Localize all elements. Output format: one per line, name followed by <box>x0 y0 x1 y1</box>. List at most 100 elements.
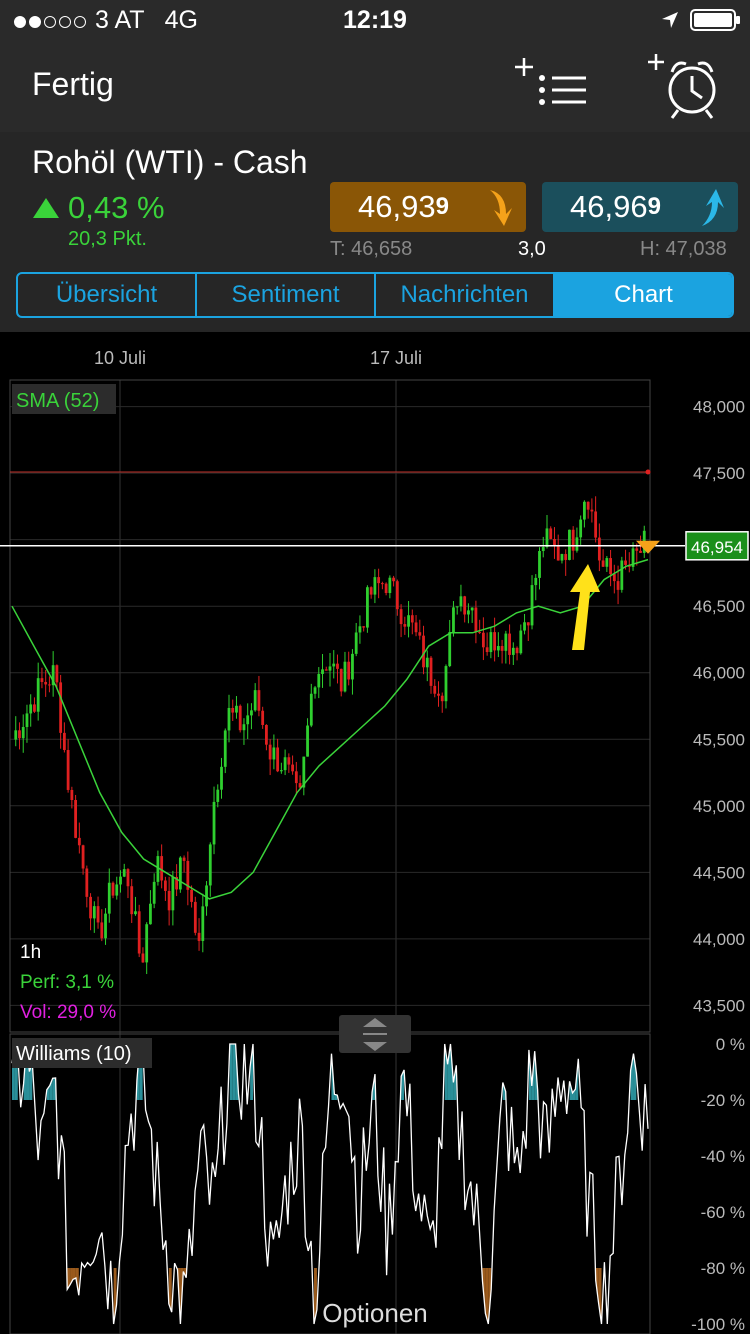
vol-label: Vol: 29,0 % <box>20 1002 116 1023</box>
overbought-area <box>233 1044 236 1100</box>
add-alarm-icon[interactable] <box>642 50 726 122</box>
candle <box>482 633 485 648</box>
candle <box>557 545 560 560</box>
candle <box>194 902 197 933</box>
bid-price-pip: 9 <box>436 193 449 221</box>
candle <box>243 724 246 730</box>
candle <box>183 858 186 861</box>
candle <box>306 726 309 757</box>
candle <box>613 574 616 581</box>
candle <box>89 897 92 919</box>
candle <box>295 771 298 783</box>
candle <box>70 790 73 800</box>
candle <box>130 886 133 914</box>
candle <box>127 869 130 886</box>
candle <box>598 538 601 561</box>
oscillator-tick-label: -60 % <box>701 1203 745 1222</box>
candle <box>373 577 376 594</box>
oscillator-tick-label: -80 % <box>701 1259 745 1278</box>
oscillator-tick-label: 0 % <box>716 1035 745 1054</box>
candle <box>82 845 85 868</box>
candle <box>370 587 373 594</box>
nav-bar: Fertig <box>0 40 750 133</box>
candle <box>549 528 552 539</box>
buy-button[interactable]: 46,969 <box>542 182 738 232</box>
candle <box>377 577 380 583</box>
candle <box>269 745 272 760</box>
candle <box>594 511 597 537</box>
candle <box>164 880 167 890</box>
battery-icon <box>690 8 742 32</box>
tab-overview[interactable]: Übersicht <box>18 274 197 316</box>
candle <box>433 686 436 694</box>
candle <box>104 914 107 939</box>
candle <box>33 704 36 711</box>
candle <box>190 890 193 902</box>
candle <box>261 711 264 725</box>
arrow-up-icon <box>696 186 730 228</box>
candle <box>67 750 70 790</box>
candle <box>246 715 249 724</box>
candle <box>441 696 444 701</box>
candle <box>624 560 627 564</box>
tab-sentiment[interactable]: Sentiment <box>197 274 376 316</box>
add-watchlist-icon[interactable] <box>512 54 592 114</box>
candle <box>325 669 328 670</box>
candle <box>635 548 638 550</box>
price-tick-label: 47,500 <box>693 464 745 483</box>
candle <box>418 632 421 635</box>
status-bar: 3 AT 4G 12:19 <box>0 0 750 40</box>
price-tick-label: 48,000 <box>693 398 745 417</box>
candle <box>55 665 58 682</box>
oscillator-tick-label: -40 % <box>701 1147 745 1166</box>
candle <box>332 664 335 667</box>
price-tick-label: 44,000 <box>693 930 745 949</box>
candle <box>553 539 556 545</box>
spread: 3,0 <box>518 238 546 261</box>
candle <box>460 596 463 606</box>
up-triangle-icon <box>32 196 60 220</box>
indicator-label: SMA (52) <box>16 390 99 412</box>
candle <box>516 648 519 653</box>
price-chart[interactable]: 10 Juli 17 Juli 48,00047,50047,00046,500… <box>0 332 750 1334</box>
done-button[interactable]: Fertig <box>32 66 114 103</box>
candle <box>400 609 403 624</box>
tab-news[interactable]: Nachrichten <box>376 274 555 316</box>
resize-handle[interactable] <box>339 1015 411 1053</box>
candle <box>14 730 17 739</box>
candle <box>100 922 103 938</box>
price-tick-label: 46,000 <box>693 664 745 683</box>
candle <box>448 632 451 666</box>
candle <box>321 669 324 674</box>
tab-chart[interactable]: Chart <box>555 274 732 316</box>
candle <box>48 684 51 685</box>
candle <box>486 647 489 652</box>
candle <box>224 730 227 766</box>
location-icon <box>660 10 680 30</box>
candle <box>605 558 608 567</box>
ask-price: 46,96 <box>570 189 648 225</box>
change-points: 20,3 Pkt. <box>68 228 147 251</box>
candle <box>355 632 358 653</box>
candle <box>561 554 564 561</box>
overbought-area <box>230 1044 233 1100</box>
candle <box>602 560 605 566</box>
bid-price: 46,93 <box>358 189 436 225</box>
candle <box>411 615 414 622</box>
day-low: T: 46,658 <box>330 238 412 261</box>
candle <box>519 631 522 654</box>
candle <box>171 877 174 910</box>
candle <box>272 747 275 759</box>
williams-series <box>12 1044 648 1324</box>
candle <box>527 622 530 625</box>
candle <box>198 933 201 941</box>
candle <box>63 733 66 750</box>
options-button[interactable]: Optionen <box>322 1298 428 1328</box>
candle <box>403 624 406 627</box>
candle <box>168 891 171 910</box>
sell-button[interactable]: 46,939 <box>330 182 526 232</box>
candle <box>93 906 96 918</box>
candle <box>284 757 287 770</box>
candle <box>456 606 459 607</box>
candle <box>415 622 418 632</box>
